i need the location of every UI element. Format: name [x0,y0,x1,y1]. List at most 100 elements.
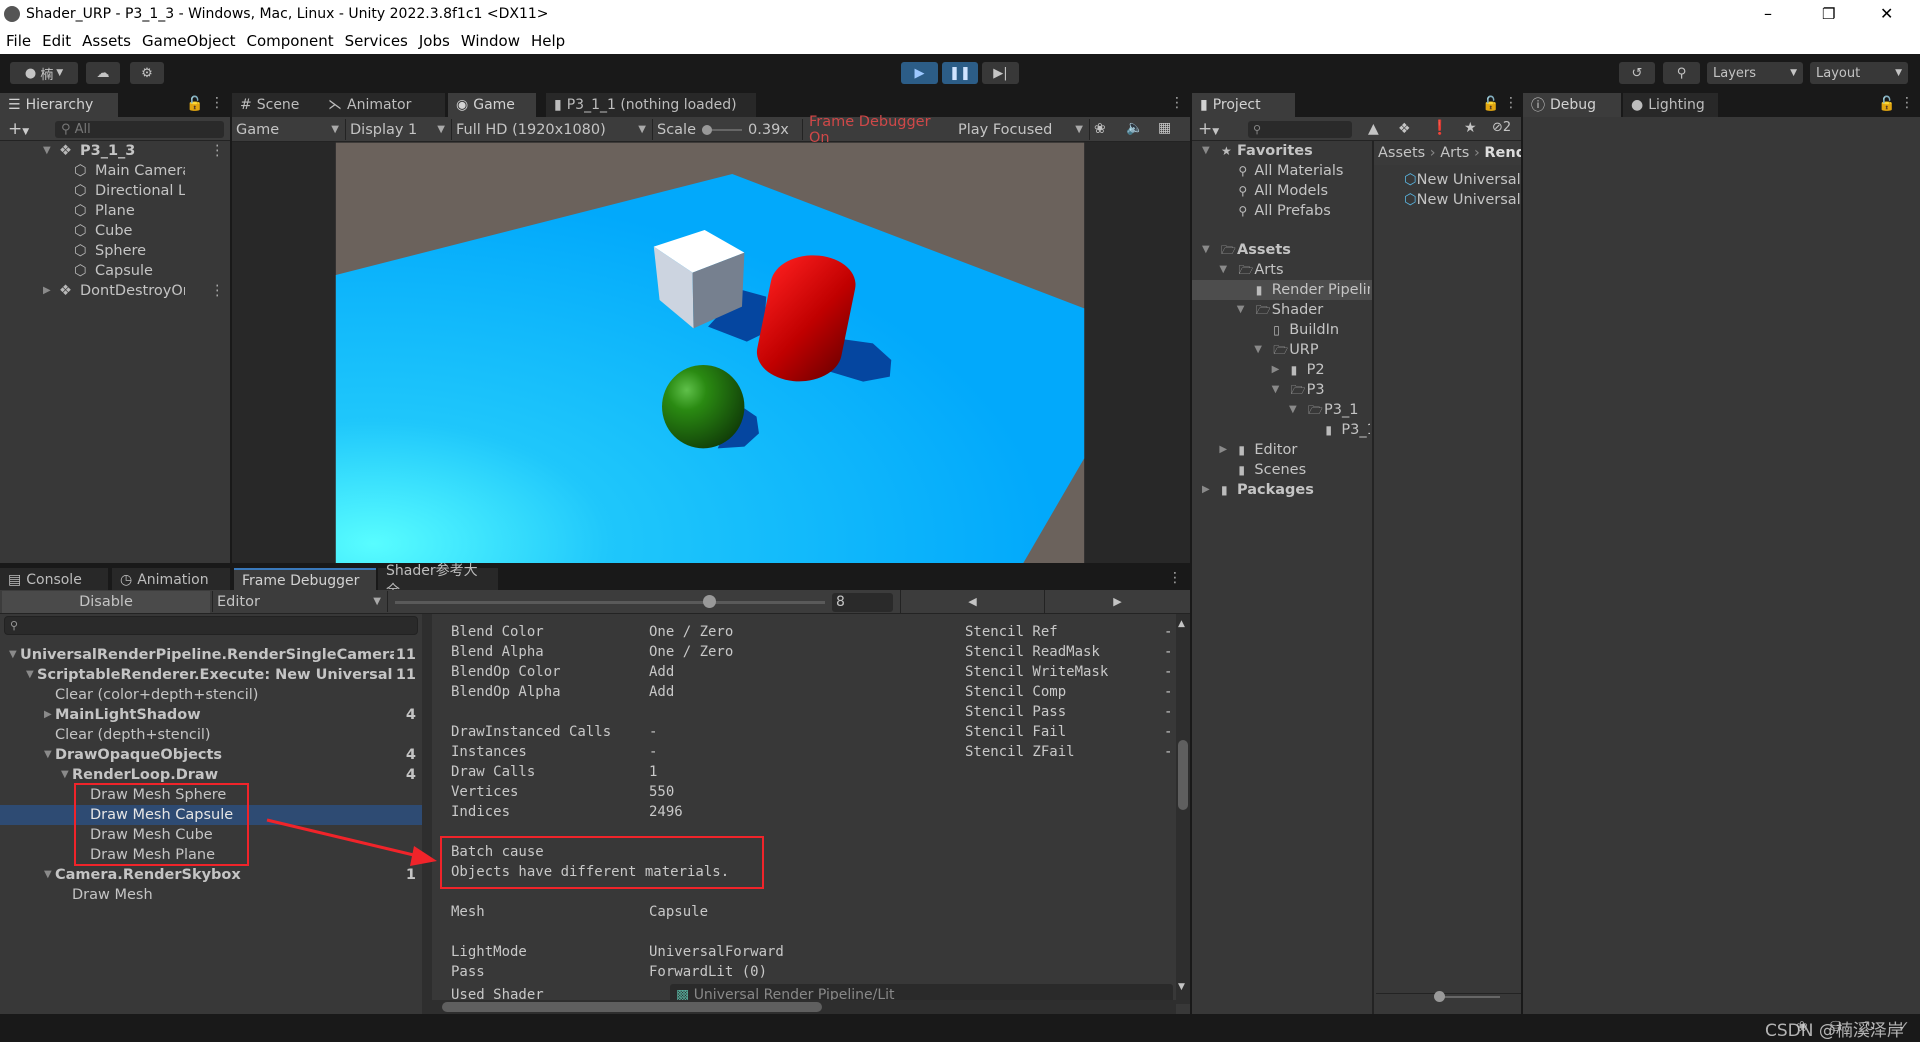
menu-gameobject[interactable]: GameObject [142,32,236,50]
more-menu-icon[interactable]: ⋮ [1168,570,1182,586]
menu-component[interactable]: Component [247,32,334,50]
tab-animation[interactable]: ◷ Animation [112,568,230,592]
menu-edit[interactable]: Edit [42,32,71,50]
more-menu-icon[interactable]: ⋮ [1504,95,1518,111]
expand-arrow-icon[interactable]: ▼ [1289,400,1297,420]
frame-event-item[interactable]: ▼ Camera.RenderSkybox 1 [0,865,422,885]
icon-size-slider[interactable] [1438,996,1500,998]
icon-size-slider-thumb[interactable] [1434,991,1445,1002]
lock-icon[interactable]: 🔓 [186,96,203,112]
hidden-packages-toggle[interactable]: ⊘2 [1492,120,1511,135]
resolution-dropdown[interactable]: Full HD (1920x1080) ▼ [452,119,653,140]
menu-file[interactable]: File [6,32,31,50]
tab-project[interactable]: ▮ Project [1192,93,1295,117]
expand-arrow-icon[interactable]: ▼ [1272,380,1280,400]
lock-icon[interactable]: 🔓 [1482,96,1499,112]
frame-event-item[interactable]: Draw Mesh Sphere [0,785,422,805]
close-icon[interactable]: ✕ [1880,4,1893,23]
tab-p3-1-1-nothing-loaded-[interactable]: ▮ P3_1_1 (nothing loaded) [546,93,756,117]
hierarchy-item[interactable]: ⬡ Main Camera [0,161,230,181]
services-button[interactable]: ⚙ [130,62,164,84]
restore-icon[interactable]: ❐ [1822,5,1835,23]
filter-by-type-icon[interactable]: ▲ [1368,121,1379,137]
frame-event-item[interactable]: Draw Mesh [0,885,422,905]
lock-icon[interactable]: 🔓 [1878,96,1895,112]
play-button[interactable]: ▶ [901,62,938,84]
create-add-icon[interactable]: +▼ [1198,119,1219,139]
favorite-star-icon[interactable]: ★ [1464,120,1477,136]
menu-services[interactable]: Services [345,32,408,50]
hierarchy-item[interactable]: ▶ ❖ DontDestroyOnLoad ⋮ [0,281,230,301]
tab-shader-[interactable]: Shader参考大全 [378,563,498,599]
event-slider-thumb[interactable] [702,595,716,608]
menu-window[interactable]: Window [461,32,520,50]
menu-jobs[interactable]: Jobs [419,32,450,50]
view-dropdown[interactable]: Game ▼ [232,119,346,140]
breadcrumb-item[interactable]: Render Pipeline [1484,145,1521,161]
next-event-button[interactable]: ▶ [1045,590,1190,614]
pause-button[interactable]: ❚❚ [942,62,978,84]
expand-arrow-icon[interactable]: ▼ [44,865,52,885]
warning-icon[interactable]: ❗ [1431,120,1448,136]
expand-arrow-icon[interactable]: ▼ [44,745,52,765]
project-tree-item[interactable]: ▶ ▮ Packages [1192,480,1372,500]
scroll-down-icon[interactable]: ▼ [1178,982,1185,992]
project-tree-item[interactable]: ▼ 🗁 Shader [1192,300,1372,320]
collapse-arrow-icon[interactable]: ▶ [44,705,52,725]
project-tree-item[interactable]: ▼ 🗁 URP [1192,340,1372,360]
horizontal-scroll-thumb[interactable] [442,1002,822,1012]
previous-event-button[interactable]: ◀ [900,590,1045,614]
expand-arrow-icon[interactable]: ▼ [61,765,69,785]
project-tree-item[interactable]: ▮ Scenes [1192,460,1372,480]
project-tree-item[interactable]: ⚲ All Prefabs [1192,201,1372,221]
search-button[interactable]: ⚲ [1663,62,1700,84]
disable-button[interactable]: Disable [2,591,210,613]
frame-event-item[interactable]: Clear (depth+stencil) [0,725,422,745]
hierarchy-search-input[interactable]: ⚲ All [55,121,224,138]
project-tree-item[interactable]: ▼ 🗁 P3_1 [1192,400,1372,420]
play-focus-dropdown[interactable]: Play Focused ▼ [954,119,1090,140]
game-viewport[interactable] [330,140,1090,565]
minimize-icon[interactable]: – [1764,4,1772,23]
hierarchy-item[interactable]: ⬡ Plane [0,201,230,221]
collapse-arrow-icon[interactable]: ▶ [1272,360,1280,380]
hierarchy-item[interactable]: ⬡ Capsule [0,261,230,281]
account-dropdown[interactable]: ● 楠 ▼ [10,62,78,84]
menu-help[interactable]: Help [531,32,565,50]
frame-event-item[interactable]: ▶ MainLightShadow 4 [0,705,422,725]
bug-icon[interactable]: ❀ [1094,121,1106,137]
expand-arrow-icon[interactable]: ▼ [9,645,17,665]
project-search-input[interactable]: ⚲ [1248,121,1352,138]
project-tree-item[interactable]: ⚲ All Models [1192,181,1372,201]
tab-console[interactable]: ▤ Console [0,568,108,592]
project-tree-item[interactable]: ▼ 🗁 Arts [1192,260,1372,280]
target-dropdown[interactable]: Editor ▼ [212,591,388,612]
event-search-input[interactable]: ⚲ [4,616,418,635]
label-tag-icon[interactable]: ❖ [1398,121,1411,137]
expand-arrow-icon[interactable]: ▼ [1219,260,1227,280]
tab-frame-debugger[interactable]: Frame Debugger [234,568,376,592]
frame-event-item[interactable]: ▼ DrawOpaqueObjects 4 [0,745,422,765]
project-tree-item[interactable]: ▶ ▮ Editor [1192,440,1372,460]
hierarchy-item[interactable]: ⬡ Directional Light [0,181,230,201]
tab-debug[interactable]: ⓘ Debug [1523,93,1621,117]
more-menu-icon[interactable]: ⋮ [210,95,224,111]
menu-assets[interactable]: Assets [82,32,131,50]
project-tree-item[interactable]: ▮ Render Pipeline [1192,280,1372,300]
more-menu-icon[interactable]: ⋮ [210,281,225,301]
layers-dropdown[interactable]: Layers ▼ [1707,62,1803,84]
tab-animator[interactable]: ⋋ Animator [320,93,445,117]
undo-history-button[interactable]: ↺ [1619,62,1655,84]
vertical-scroll-thumb[interactable] [1178,740,1188,810]
scale-slider[interactable] [702,124,743,135]
project-tree-item[interactable]: ▶ ▮ P2 [1192,360,1372,380]
hierarchy-item[interactable]: ⬡ Cube [0,221,230,241]
frame-event-item[interactable]: ▼ UniversalRenderPipeline.RenderSingleCam… [0,645,422,665]
project-tree-item[interactable]: ⚲ All Materials [1192,161,1372,181]
project-tree-item[interactable]: ▼ ★ Favorites [1192,141,1372,161]
frame-event-item[interactable]: Draw Mesh Cube [0,825,422,845]
tab-hierarchy[interactable]: ☰ Hierarchy [0,93,118,117]
more-menu-icon[interactable]: ⋮ [1170,95,1184,111]
frame-event-item[interactable]: ▼ ScriptableRenderer.Execute: New Univers… [0,665,422,685]
expand-arrow-icon[interactable]: ▼ [26,665,34,685]
